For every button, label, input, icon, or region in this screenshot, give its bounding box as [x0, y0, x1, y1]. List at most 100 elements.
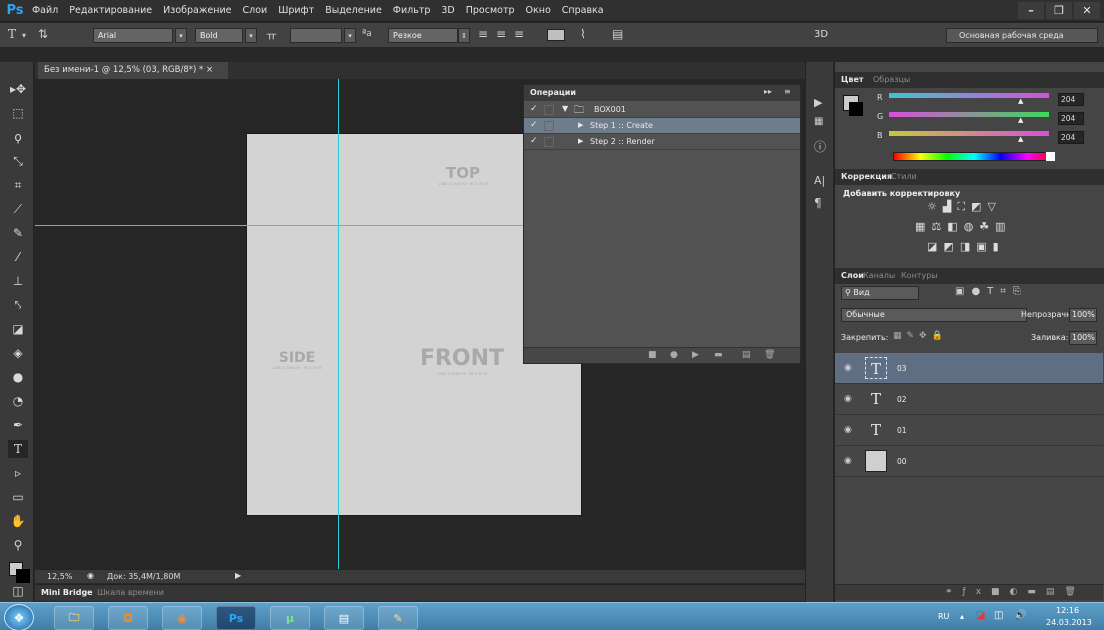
- eyedropper-tool-icon[interactable]: ⟋: [8, 200, 28, 218]
- tab-color[interactable]: Цвет: [841, 75, 864, 84]
- curves-icon[interactable]: ⛶: [957, 200, 965, 214]
- layer-row[interactable]: ◉ T 01: [835, 415, 1103, 446]
- menu-file[interactable]: Файл: [32, 5, 58, 16]
- menu-help[interactable]: Справка: [562, 5, 604, 16]
- zoom-tool-icon[interactable]: ⚲: [8, 536, 28, 554]
- pen-tool-icon[interactable]: ✒: [8, 416, 28, 434]
- green-value[interactable]: 204: [1058, 112, 1084, 125]
- toggle-check-icon[interactable]: ✓: [530, 104, 538, 114]
- layer-action-icons[interactable]: ⚭ƒx■◐▬▤🗑: [945, 587, 1086, 597]
- tab-timeline[interactable]: Шкала времени: [97, 588, 164, 597]
- layer-filter-icons[interactable]: ▣●T⌗⎘: [955, 286, 1028, 297]
- status-menu-arrow-icon[interactable]: ▶: [235, 571, 241, 580]
- language-indicator[interactable]: RU: [938, 612, 949, 621]
- posterize-icon[interactable]: ◩: [943, 240, 953, 253]
- explorer-icon[interactable]: 🗀: [54, 606, 94, 630]
- eye-icon[interactable]: ◉: [844, 456, 852, 466]
- volume-icon[interactable]: 🔊: [1014, 610, 1026, 621]
- menu-type[interactable]: Шрифт: [278, 5, 314, 16]
- invert-icon[interactable]: ◪: [927, 240, 937, 253]
- collapse-icon[interactable]: ▸▸: [764, 87, 772, 96]
- brightness-contrast-icon[interactable]: ☼: [927, 200, 937, 214]
- 3d-button[interactable]: 3D: [814, 29, 828, 40]
- font-size-dropdown-icon[interactable]: ▾: [344, 28, 356, 43]
- document-tab[interactable]: Без имени-1 @ 12,5% (03, RGB/8*) * ×: [38, 62, 228, 79]
- marquee-tool-icon[interactable]: ⬚: [8, 104, 28, 122]
- green-slider[interactable]: [889, 112, 1049, 117]
- layer-name[interactable]: 02: [897, 395, 907, 404]
- antialias-dropdown-icon[interactable]: ⇕: [458, 28, 470, 43]
- blend-mode-select[interactable]: Обычные: [841, 308, 1027, 322]
- antialias-select[interactable]: Резкое: [388, 28, 458, 43]
- utorrent-icon[interactable]: µ: [270, 606, 310, 630]
- dialog-toggle[interactable]: [544, 137, 554, 147]
- menu-image[interactable]: Изображение: [163, 5, 231, 16]
- photoshop-taskbar-icon[interactable]: Ps: [216, 606, 256, 630]
- quick-select-tool-icon[interactable]: ⤡: [8, 152, 28, 170]
- tab-styles[interactable]: Стили: [891, 172, 917, 181]
- play-icon[interactable]: ▶: [692, 350, 699, 360]
- blur-tool-icon[interactable]: ●: [8, 368, 28, 386]
- history-panel-icon[interactable]: ▦: [814, 116, 823, 127]
- eye-icon[interactable]: ◉: [844, 394, 852, 404]
- network-icon[interactable]: ◪: [976, 610, 985, 621]
- eye-icon[interactable]: ◉: [844, 425, 852, 435]
- font-family-select[interactable]: Arial: [93, 28, 173, 43]
- tab-channels[interactable]: Каналы: [863, 271, 895, 280]
- font-style-select[interactable]: Bold: [195, 28, 243, 43]
- menu-view[interactable]: Просмотр: [466, 5, 515, 16]
- red-slider[interactable]: [889, 93, 1049, 98]
- tab-layers[interactable]: Слои: [841, 271, 864, 280]
- photo-filter-icon[interactable]: ◍: [964, 220, 974, 233]
- layer-row[interactable]: ◉ T 03: [835, 353, 1103, 384]
- fill-input[interactable]: 100%: [1069, 331, 1097, 345]
- background-color-swatch[interactable]: [16, 569, 30, 583]
- color-balance-icon[interactable]: ⚖: [931, 220, 941, 233]
- blue-slider-handle-icon[interactable]: ▲: [1018, 135, 1023, 143]
- blue-value[interactable]: 204: [1058, 131, 1084, 144]
- path-select-tool-icon[interactable]: ▹: [8, 464, 28, 482]
- color-spectrum-bar[interactable]: [893, 152, 1055, 161]
- red-value[interactable]: 204: [1058, 93, 1084, 106]
- stop-icon[interactable]: ■: [648, 350, 657, 360]
- eye-icon[interactable]: ◉: [844, 363, 852, 373]
- expand-arrow-icon[interactable]: ▼: [562, 104, 568, 113]
- crop-tool-icon[interactable]: ⌗: [8, 176, 28, 194]
- workspace-select[interactable]: Основная рабочая среда: [946, 28, 1098, 43]
- delete-icon[interactable]: 🗑: [764, 350, 775, 360]
- vibrance-icon[interactable]: ▽: [987, 200, 995, 214]
- exposure-icon[interactable]: ◩: [971, 200, 981, 214]
- word-icon[interactable]: ▤: [324, 606, 364, 630]
- minimize-button[interactable]: –: [1018, 2, 1044, 19]
- zoom-level[interactable]: 12,5%: [47, 572, 72, 581]
- character-panel-icon[interactable]: A|: [814, 174, 825, 187]
- action-set-row[interactable]: ✓ ▼ 🗀 BOX001: [524, 102, 800, 118]
- status-info-icon[interactable]: ◉: [87, 571, 94, 580]
- action-row[interactable]: ✓ ▶ Step 1 :: Create: [524, 118, 800, 134]
- info-panel-icon[interactable]: ⓘ: [814, 138, 826, 155]
- tray-expand-icon[interactable]: ▴: [960, 612, 964, 621]
- selective-color-icon[interactable]: ▣: [976, 240, 986, 253]
- menu-edit[interactable]: Редактирование: [69, 5, 152, 16]
- move-tool-icon[interactable]: ▸✥: [8, 80, 28, 98]
- new-action-icon[interactable]: ▤: [742, 350, 751, 360]
- black-white-icon[interactable]: ◧: [947, 220, 957, 233]
- dialog-toggle[interactable]: [544, 105, 554, 115]
- tab-swatches[interactable]: Образцы: [873, 75, 910, 84]
- menu-layers[interactable]: Слои: [242, 5, 267, 16]
- rectangle-tool-icon[interactable]: ▭: [8, 488, 28, 506]
- actions-panel-icon[interactable]: ▶: [814, 96, 822, 109]
- align-right-icon[interactable]: ≡: [514, 27, 524, 41]
- close-button[interactable]: ✕: [1074, 2, 1100, 19]
- layer-name[interactable]: 00: [897, 457, 907, 466]
- lasso-tool-icon[interactable]: ϙ: [8, 128, 28, 146]
- channel-mixer-icon[interactable]: ☘: [979, 220, 989, 233]
- color-background-swatch[interactable]: [849, 102, 863, 116]
- action-row[interactable]: ✓ ▶ Step 2 :: Render: [524, 134, 800, 150]
- toggle-check-icon[interactable]: ✓: [530, 136, 538, 146]
- tray-app-icon[interactable]: ◫: [994, 610, 1003, 621]
- lock-icons[interactable]: ▦✎✥🔒: [893, 331, 948, 341]
- paragraph-panel-icon[interactable]: ¶: [814, 196, 822, 210]
- type-tool-icon[interactable]: T: [8, 440, 28, 458]
- layer-name[interactable]: 03: [897, 364, 907, 373]
